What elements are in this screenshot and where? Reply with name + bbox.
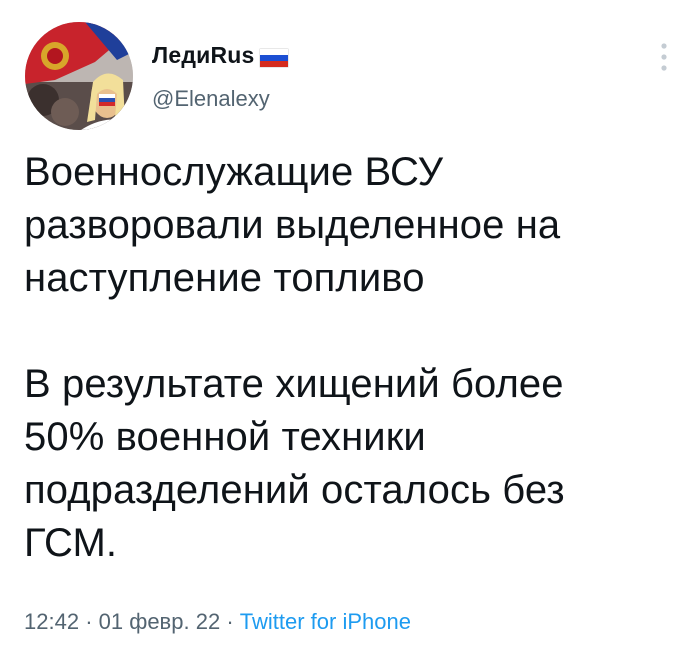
user-handle[interactable]: @Elenalexy xyxy=(152,86,270,112)
author-name-row[interactable]: ЛедиRus xyxy=(152,42,289,69)
more-vertical-icon[interactable] xyxy=(656,40,672,74)
tweet-meta: 12:42 · 01 февр. 22 · Twitter for iPhone xyxy=(24,609,411,635)
tweet-card: ЛедиRus @Elenalexy Военнослужащие ВСУ ра… xyxy=(0,0,697,660)
tweet-text: Военнослужащие ВСУ разворовали выделенно… xyxy=(24,150,565,565)
tweet-date[interactable]: 01 февр. 22 xyxy=(99,609,221,634)
meta-separator: · xyxy=(85,609,93,634)
avatar-image xyxy=(25,22,133,130)
meta-separator: · xyxy=(226,609,234,634)
display-name[interactable]: ЛедиRus xyxy=(152,42,255,69)
russian-flag-icon xyxy=(258,47,289,68)
tweet-source-link[interactable]: Twitter for iPhone xyxy=(240,609,411,634)
avatar[interactable] xyxy=(25,22,133,130)
tweet-time[interactable]: 12:42 xyxy=(24,609,79,634)
